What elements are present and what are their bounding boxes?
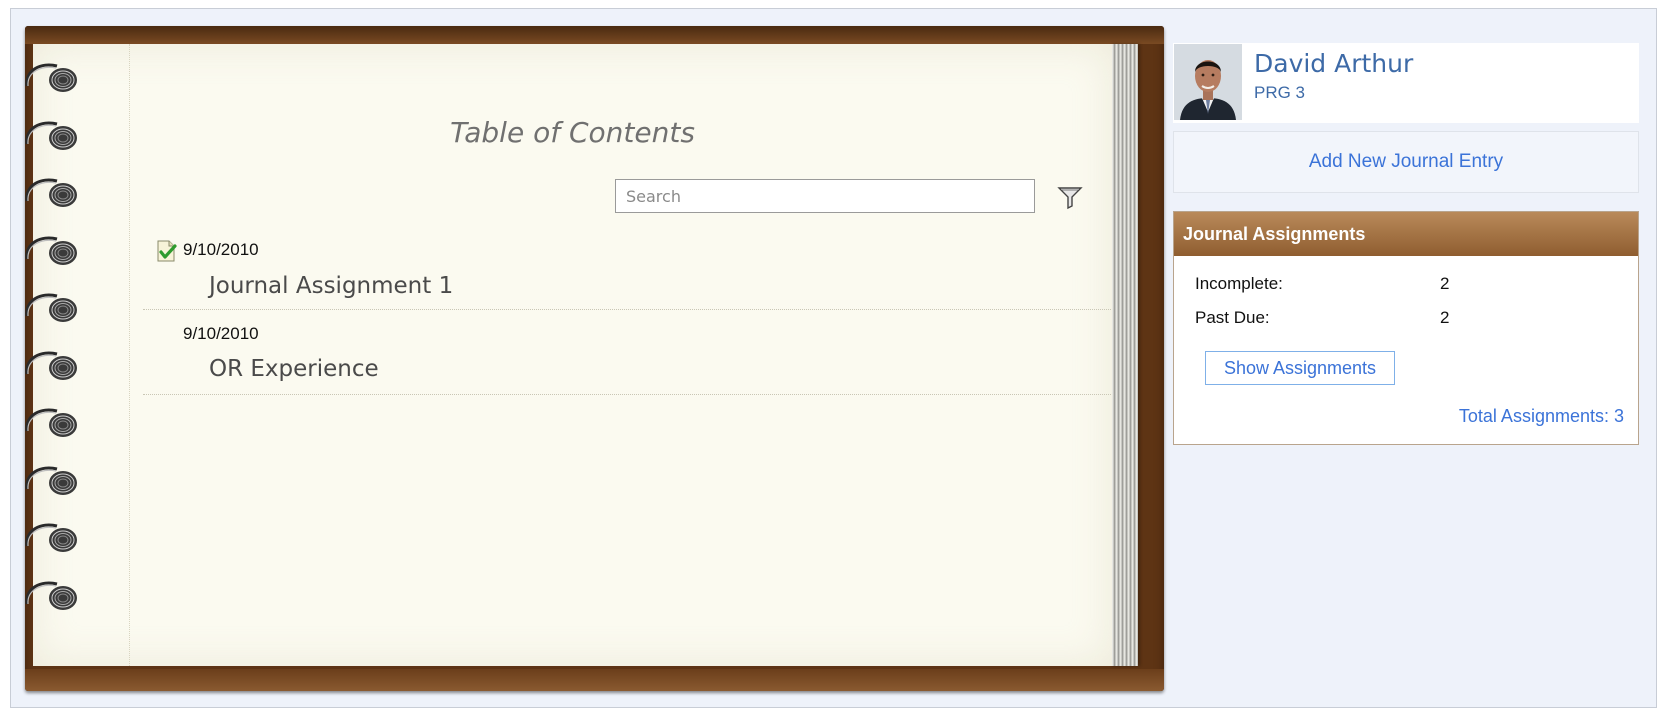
entry-title[interactable]: Journal Assignment 1 [209,273,453,299]
incomplete-label: Incomplete: [1195,274,1283,293]
past-due-row: Past Due: 2 [1195,308,1449,328]
spiral-ring [23,56,93,102]
avatar [1174,44,1242,120]
past-due-label: Past Due: [1195,308,1270,327]
spiral-binding [23,56,93,656]
completed-check-icon [155,240,177,262]
notebook-page-edges [1110,44,1138,666]
add-journal-entry-button[interactable]: Add New Journal Entry [1173,131,1639,193]
spiral-ring [23,344,93,390]
spiral-ring [23,516,93,562]
entry-date: 9/10/2010 [183,240,259,259]
user-program: PRG 3 [1254,83,1306,102]
spiral-ring [23,114,93,160]
journal-assignments-panel: Journal Assignments Incomplete: 2 Past D… [1173,211,1639,445]
spiral-ring [23,286,93,332]
show-assignments-button[interactable]: Show Assignments [1205,351,1395,385]
user-profile-card: David Arthur PRG 3 [1173,43,1639,123]
spiral-ring [23,401,93,447]
entry-divider [143,394,1111,395]
entry-title[interactable]: OR Experience [209,356,379,382]
spiral-ring [23,459,93,505]
total-assignments-link[interactable]: Total Assignments: 3 [1459,406,1624,427]
entry-date: 9/10/2010 [183,324,259,343]
entry-divider [143,309,1111,310]
user-name[interactable]: David Arthur [1254,49,1413,78]
search-input[interactable] [615,179,1035,213]
past-due-count: 2 [1440,308,1450,327]
page-title: Table of Contents [450,116,695,149]
notebook-cover-bottom [25,669,1164,691]
spiral-ring [23,229,93,275]
journal-notebook: Table of Contents 9/10/2010 Journal Assi… [25,26,1164,691]
panel-header: Journal Assignments [1174,212,1638,256]
filter-funnel-icon[interactable] [1057,184,1083,210]
incomplete-row: Incomplete: 2 [1195,274,1449,294]
incomplete-count: 2 [1440,274,1450,293]
spiral-ring [23,574,93,620]
notebook-cover-top [25,26,1164,44]
spiral-ring [23,171,93,217]
notebook-page: Table of Contents 9/10/2010 Journal Assi… [33,44,1112,666]
